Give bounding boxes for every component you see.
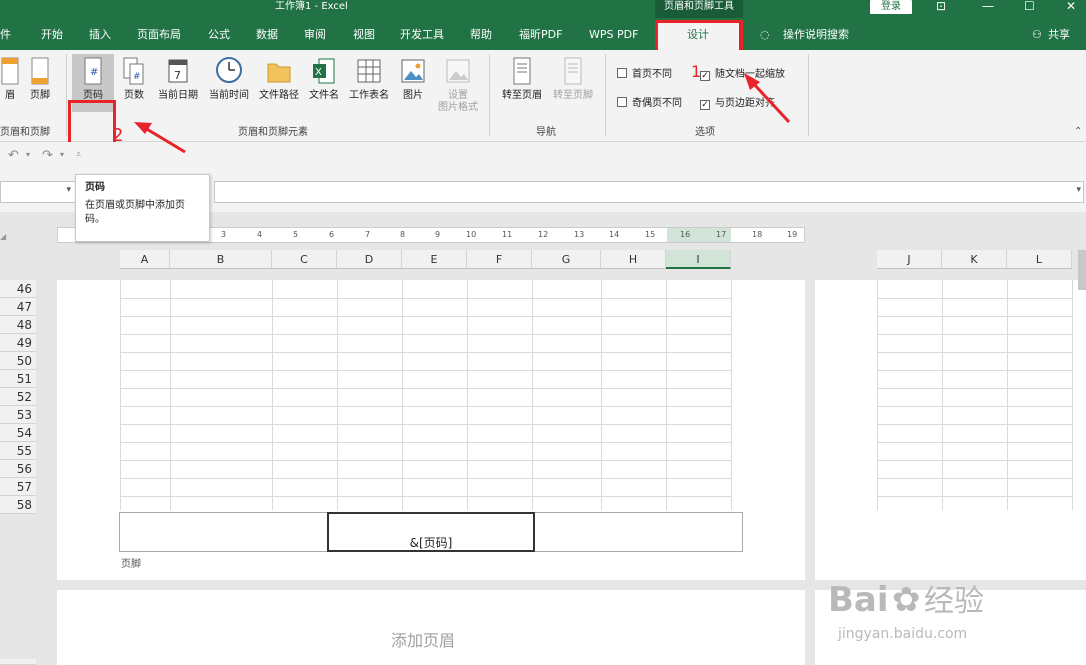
row-header[interactable]: 56 — [0, 460, 36, 478]
grid-line — [601, 280, 602, 510]
column-header[interactable]: K — [942, 250, 1007, 269]
grid-line — [877, 496, 1072, 497]
vertical-scrollbar-thumb[interactable] — [1078, 250, 1086, 290]
grid-line — [877, 352, 1072, 353]
grid-line — [120, 478, 731, 479]
grid-line — [120, 352, 731, 353]
footer-page-code: &[页码] — [409, 536, 453, 550]
grid-line — [120, 496, 731, 497]
annotation-arrows — [134, 73, 791, 154]
row-header[interactable]: 50 — [0, 352, 36, 370]
row-header[interactable]: 52 — [0, 388, 36, 406]
grid-line — [120, 298, 731, 299]
grid-line — [877, 460, 1072, 461]
annotation-step-2: 2 — [112, 125, 124, 146]
column-header[interactable]: J — [877, 250, 942, 269]
row-header[interactable]: 47 — [0, 298, 36, 316]
paw-icon: ✿ — [892, 580, 921, 620]
row-header[interactable] — [0, 659, 36, 665]
grid-line — [170, 280, 171, 510]
grid-line — [532, 280, 533, 510]
add-header-placeholder[interactable]: 添加页眉 — [391, 627, 455, 651]
grid-line — [402, 280, 403, 510]
column-header[interactable]: A — [120, 250, 170, 269]
footer-center-section[interactable]: &[页码] — [327, 512, 535, 552]
column-header[interactable]: L — [1007, 250, 1072, 269]
grid-line — [877, 334, 1072, 335]
grid-line — [1072, 280, 1073, 510]
watermark-url: jingyan.baidu.com — [838, 626, 968, 642]
column-header[interactable]: E — [402, 250, 467, 269]
grid-line — [877, 478, 1072, 479]
row-header[interactable]: 54 — [0, 424, 36, 442]
grid-line — [120, 424, 731, 425]
grid-line — [272, 280, 273, 510]
grid-line — [877, 316, 1072, 317]
grid-line — [120, 406, 731, 407]
grid-line — [467, 280, 468, 510]
grid-line — [877, 298, 1072, 299]
grid-line — [877, 388, 1072, 389]
select-all-icon[interactable]: ◢ — [0, 232, 6, 241]
grid-line — [731, 280, 732, 510]
row-header[interactable]: 49 — [0, 334, 36, 352]
grid-line — [942, 280, 943, 510]
grid-line — [1007, 280, 1008, 510]
grid-line — [877, 280, 878, 510]
column-header[interactable]: F — [467, 250, 532, 269]
grid-line — [120, 370, 731, 371]
column-header-selected[interactable]: I — [666, 250, 731, 269]
column-header[interactable]: D — [337, 250, 402, 269]
grid-line — [120, 334, 731, 335]
column-header[interactable]: G — [532, 250, 601, 269]
tooltip-body: 在页眉或页脚中添加页码。 — [85, 200, 185, 225]
footer-label: 页脚 — [121, 559, 141, 570]
row-header[interactable]: 48 — [0, 316, 36, 334]
grid-line — [120, 442, 731, 443]
row-header[interactable]: 55 — [0, 442, 36, 460]
grid-line — [877, 370, 1072, 371]
grid-line — [120, 460, 731, 461]
column-header[interactable]: C — [272, 250, 337, 269]
page-2 — [815, 280, 1086, 580]
grid-line — [120, 316, 731, 317]
grid-line — [337, 280, 338, 510]
grid-line — [666, 280, 667, 510]
grid-line — [120, 388, 731, 389]
row-header[interactable]: 58 — [0, 496, 36, 514]
column-header[interactable]: B — [170, 250, 272, 269]
row-header[interactable]: 53 — [0, 406, 36, 424]
grid-line — [877, 406, 1072, 407]
grid-line — [877, 424, 1072, 425]
baidu-watermark: Bai ✿ 经验 — [828, 580, 985, 620]
row-header[interactable]: 57 — [0, 478, 36, 496]
grid-line — [120, 280, 121, 510]
row-header[interactable]: 51 — [0, 370, 36, 388]
column-header[interactable]: H — [601, 250, 666, 269]
grid-line — [877, 442, 1072, 443]
row-header[interactable]: 46 — [0, 280, 36, 298]
annotation-step-1: 1 — [691, 62, 702, 81]
